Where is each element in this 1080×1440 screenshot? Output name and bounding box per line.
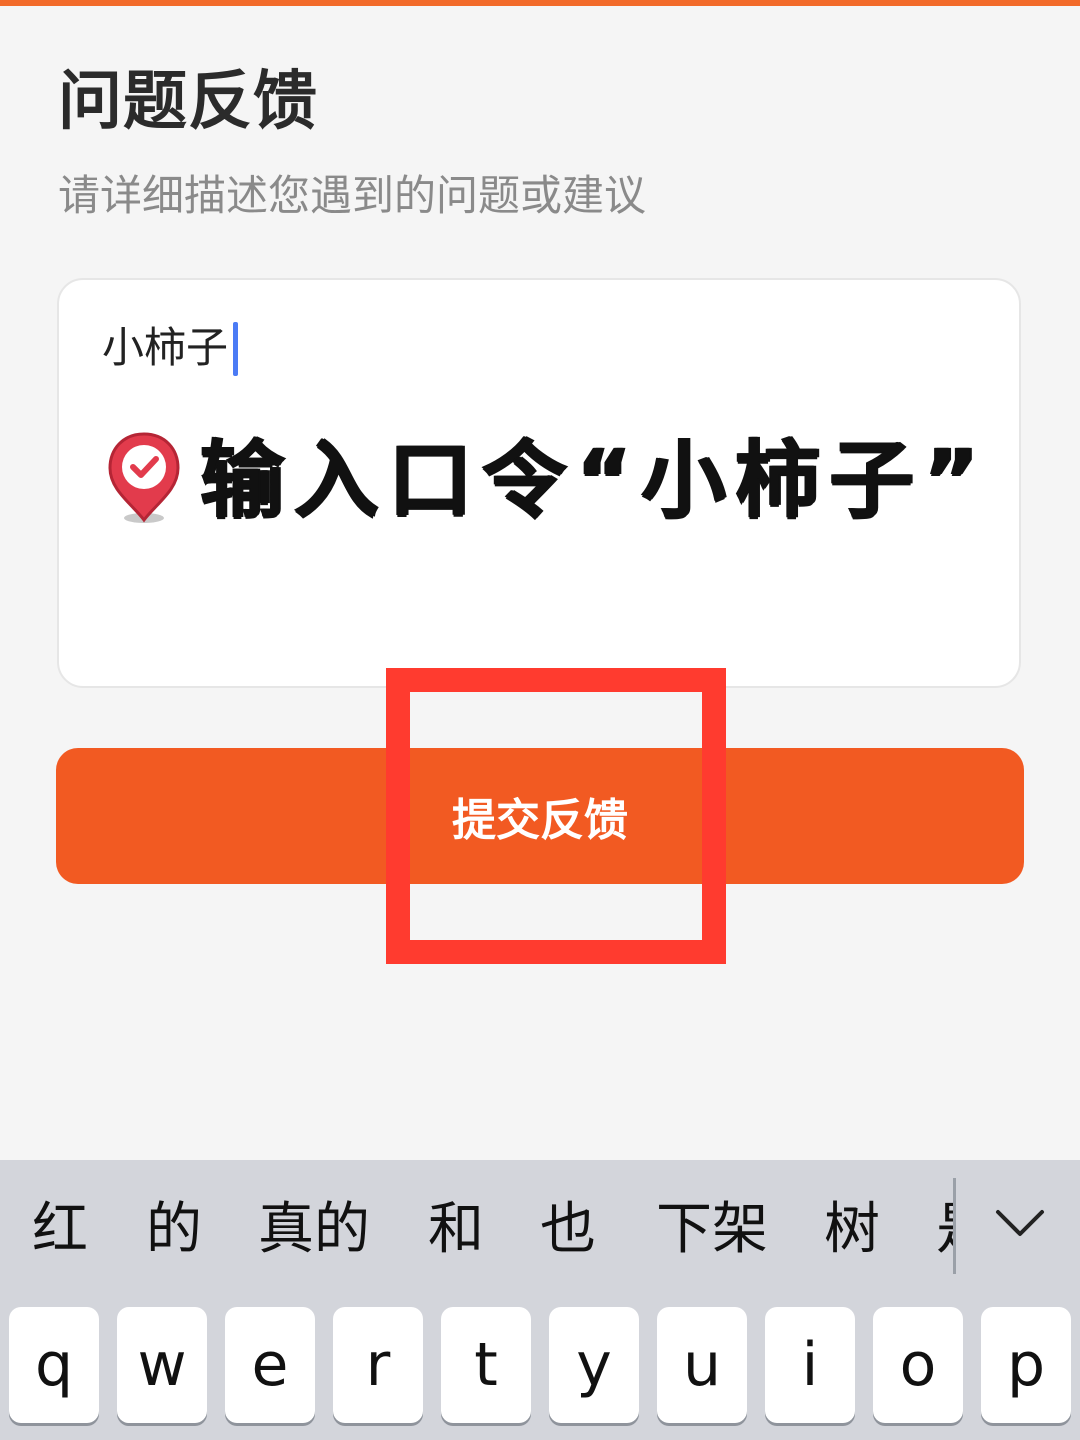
key-i[interactable]: i — [765, 1307, 855, 1423]
candidate-bar: 红 的 真的 和 也 下架 树 是 — [0, 1160, 1080, 1300]
candidate-word[interactable]: 树 — [824, 1200, 880, 1260]
text-caret — [233, 322, 238, 376]
candidate-word[interactable]: 的 — [146, 1200, 202, 1260]
top-accent-strip — [0, 0, 1080, 6]
key-u[interactable]: u — [657, 1307, 747, 1423]
instruction-caption: 输入口令“小柿子” — [200, 431, 989, 529]
key-q[interactable]: q — [9, 1307, 99, 1423]
submit-feedback-label: 提交反馈 — [452, 795, 628, 846]
page-title: 问题反馈 — [58, 65, 318, 139]
candidate-word[interactable]: 也 — [540, 1200, 596, 1260]
candidate-divider — [953, 1178, 956, 1274]
candidate-word[interactable]: 红 — [32, 1200, 88, 1260]
key-y[interactable]: y — [549, 1307, 639, 1423]
submit-feedback-button[interactable]: 提交反馈 — [56, 748, 1024, 884]
chevron-down-icon[interactable] — [992, 1202, 1048, 1242]
key-r[interactable]: r — [333, 1307, 423, 1423]
candidate-word[interactable]: 真的 — [258, 1200, 370, 1260]
candidate-partial-clip: 是 — [936, 1200, 954, 1270]
key-p[interactable]: p — [981, 1307, 1071, 1423]
candidate-word[interactable]: 下架 — [656, 1200, 768, 1260]
feedback-input-value: 小柿子 — [102, 323, 229, 372]
key-w[interactable]: w — [117, 1307, 207, 1423]
candidate-word[interactable]: 和 — [428, 1200, 484, 1260]
key-t[interactable]: t — [441, 1307, 531, 1423]
location-pin-check-icon — [108, 432, 180, 523]
key-o[interactable]: o — [873, 1307, 963, 1423]
page-subtitle: 请详细描述您遇到的问题或建议 — [58, 171, 647, 220]
candidate-word-partial[interactable]: 是 — [936, 1200, 954, 1260]
key-e[interactable]: e — [225, 1307, 315, 1423]
